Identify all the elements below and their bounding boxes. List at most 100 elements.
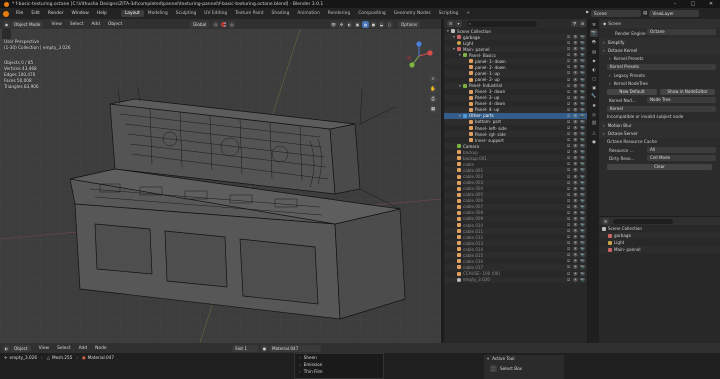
camera-render-icon[interactable]: 📷 [580,264,585,269]
workspace-tab-scripting[interactable]: Scripting [435,10,463,17]
workspace-tab-texture-paint[interactable]: Texture Paint [231,10,267,17]
visibility-toggles[interactable]: ☑ 👁 📷 [567,149,585,154]
camera-render-icon[interactable]: 📷 [580,143,585,148]
eye-icon[interactable]: 👁 [573,52,578,57]
editor-type-outliner-icon[interactable]: ☰ [447,20,454,27]
exclude-checkbox-icon[interactable]: ☑ [567,137,570,142]
visibility-toggles[interactable]: ☑ 👁 📷 [567,252,585,257]
workspace-tab-modeling[interactable]: Modeling [144,10,172,17]
xray-icon[interactable]: ▣ [354,20,361,28]
scene-tab-icon[interactable]: ◆ [590,56,598,64]
tool-tab-icon[interactable]: ⚒ [590,20,598,28]
interaction-mode-dropdown[interactable]: Object Mode [11,20,44,28]
exclude-checkbox-icon[interactable]: ☑ [567,101,570,106]
workspace-tab-layout[interactable]: Layout [120,10,144,17]
eye-icon[interactable]: 👁 [573,83,578,88]
exclude-checkbox-icon[interactable]: ☑ [567,40,570,45]
exclude-checkbox-icon[interactable]: ☑ [567,228,570,233]
exclude-checkbox-icon[interactable]: ☑ [567,58,570,63]
visibility-toggles[interactable]: ☑ 👁 📷 [567,186,585,191]
exclude-checkbox-icon[interactable]: ☑ [567,186,570,191]
visibility-toggles[interactable]: ☑ 👁 📷 [567,161,585,166]
property-field[interactable]: Kernel [607,105,716,112]
property-field[interactable]: All [647,147,716,154]
exclude-checkbox-icon[interactable]: ☑ [567,252,570,257]
viewport-options-dropdown[interactable]: Options [398,20,421,28]
display-mode-icon[interactable]: ▾ [455,20,462,27]
view-layer-tab-icon[interactable]: ▤ [590,47,598,55]
exclude-checkbox-icon[interactable]: ☑ [567,155,570,160]
transform-orientation-dropdown[interactable]: Global [190,20,210,28]
shading-rendered-icon[interactable]: ○ [386,20,393,28]
property-field[interactable]: Node Tree [647,97,716,104]
visibility-toggles[interactable]: ☑ 👁 📷 [567,137,585,142]
eye-icon[interactable]: 👁 [573,246,578,251]
camera-render-icon[interactable]: 📷 [580,34,585,39]
menu-window[interactable]: Window [68,11,93,16]
material-browse-icon[interactable]: ● [261,344,268,352]
camera-render-icon[interactable]: 📷 [580,167,585,172]
exclude-checkbox-icon[interactable]: ☑ [567,119,570,124]
exclude-checkbox-icon[interactable]: ☑ [567,70,570,75]
exclude-checkbox-icon[interactable]: ☑ [567,46,570,51]
workspace-tab-shading[interactable]: Shading [268,10,294,17]
visibility-toggles[interactable]: ☑ 👁 📷 [567,210,585,215]
visibility-toggles[interactable]: ☑ 👁 📷 [567,155,585,160]
secondary-outliner-item[interactable]: Main- pannel [599,246,720,253]
eye-icon[interactable]: 👁 [573,101,578,106]
camera-render-icon[interactable]: 📷 [580,204,585,209]
visibility-toggles[interactable]: ☑ 👁 📷 [567,101,585,106]
camera-render-icon[interactable]: 📷 [580,52,585,57]
camera-render-icon[interactable]: 📷 [580,83,585,88]
eye-icon[interactable]: 👁 [573,89,578,94]
visibility-toggles[interactable]: ☑ 👁 📷 [567,167,585,172]
eye-icon[interactable]: 👁 [573,216,578,221]
panel-header[interactable]: › Motion Blur [599,120,720,130]
viewport-menu-object[interactable]: Object [104,22,126,27]
eye-icon[interactable]: 👁 [573,64,578,69]
property-field[interactable]: Cell Mode [647,155,716,162]
eye-icon[interactable]: 👁 [573,264,578,269]
secondary-search-input[interactable] [613,218,673,224]
shader-type-dropdown[interactable]: Object [11,344,31,352]
exclude-checkbox-icon[interactable]: ☑ [567,258,570,263]
exclude-checkbox-icon[interactable]: ☑ [567,271,570,276]
outliner-search-input[interactable]: ⌕ [467,20,537,27]
viewport-menu-add[interactable]: Add [87,22,104,27]
exclude-checkbox-icon[interactable]: ☑ [567,83,570,88]
menu-item-emission[interactable]: › Emission [295,361,383,368]
visibility-toggles[interactable]: ☑ 👁 📷 [567,234,585,239]
eye-icon[interactable]: 👁 [573,167,578,172]
zoom-nav-button[interactable]: ⌕ [429,75,437,83]
camera-render-icon[interactable]: 📷 [580,161,585,166]
viewport-menu-view[interactable]: View [47,22,65,27]
eye-icon[interactable]: 👁 [573,174,578,179]
camera-render-icon[interactable]: 📷 [580,246,585,251]
shading-wireframe-icon[interactable]: ◍ [362,20,369,28]
visibility-toggles[interactable]: ☑ 👁 📷 [567,174,585,179]
visibility-toggles[interactable]: ☑ 👁 📷 [567,34,585,39]
camera-render-icon[interactable]: 📷 [580,216,585,221]
visibility-toggles[interactable]: ☑ 👁 📷 [567,277,585,282]
world-tab-icon[interactable]: ◐ [590,65,598,73]
property-button[interactable]: Show in NodeEditor [660,88,715,95]
particles-tab-icon[interactable]: ✺ [590,101,598,109]
workspace-tab-sculpting[interactable]: Sculpting [172,10,201,17]
menu-help[interactable]: Help [93,11,111,16]
exclude-checkbox-icon[interactable]: ☑ [567,246,570,251]
workspace-tab-uv-editing[interactable]: UV Editing [200,10,231,17]
navigation-gizmo[interactable] [404,41,434,71]
workspace-tab-animation[interactable]: Animation [293,10,323,17]
secondary-outliner-item[interactable]: garbage [599,232,720,239]
visibility-toggles[interactable]: ☑ 👁 📷 [567,95,585,100]
eye-icon[interactable]: 👁 [573,58,578,63]
camera-render-icon[interactable]: 📷 [580,101,585,106]
visibility-toggles[interactable]: ☑ 👁 📷 [567,264,585,269]
camera-nav-button[interactable]: ⎙ [429,95,437,103]
camera-render-icon[interactable]: 📷 [580,95,585,100]
scene-selector[interactable]: Scene [591,10,642,17]
visibility-toggles[interactable]: ☑ 👁 📷 [567,77,585,82]
subpanel-arrow-icon[interactable]: › [609,81,611,86]
eye-icon[interactable]: 👁 [573,155,578,160]
exclude-checkbox-icon[interactable]: ☑ [567,107,570,112]
